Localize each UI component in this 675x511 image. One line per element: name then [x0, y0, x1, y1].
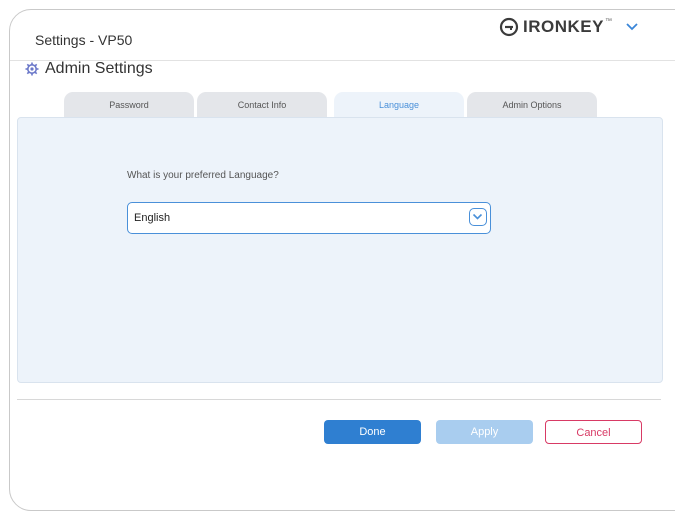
- tab-password[interactable]: Password: [64, 92, 194, 118]
- gear-icon: [25, 62, 39, 76]
- brand-menu[interactable]: IRONKEY ™: [499, 16, 638, 38]
- language-select-value: English: [134, 212, 171, 224]
- cancel-button[interactable]: Cancel: [545, 420, 642, 444]
- tab-language[interactable]: Language: [334, 92, 464, 120]
- language-panel: [17, 117, 663, 383]
- key-ring-icon: [499, 17, 519, 37]
- brand-logo-text: IRONKEY: [523, 17, 604, 36]
- chevron-down-icon[interactable]: [626, 23, 638, 31]
- window-title: Settings - VP50: [35, 32, 133, 48]
- language-question: What is your preferred Language?: [127, 170, 279, 181]
- page-title: Admin Settings: [45, 60, 153, 77]
- tab-contact-info[interactable]: Contact Info: [197, 92, 327, 118]
- brand-trademark: ™: [604, 17, 612, 25]
- done-button[interactable]: Done: [324, 420, 421, 444]
- dropdown-chevron-icon[interactable]: [469, 208, 487, 226]
- apply-button[interactable]: Apply: [436, 420, 533, 444]
- tab-admin-options[interactable]: Admin Options: [467, 92, 597, 118]
- section-header: Admin Settings: [25, 60, 153, 78]
- language-select[interactable]: English: [127, 202, 491, 234]
- footer-divider: [17, 399, 661, 400]
